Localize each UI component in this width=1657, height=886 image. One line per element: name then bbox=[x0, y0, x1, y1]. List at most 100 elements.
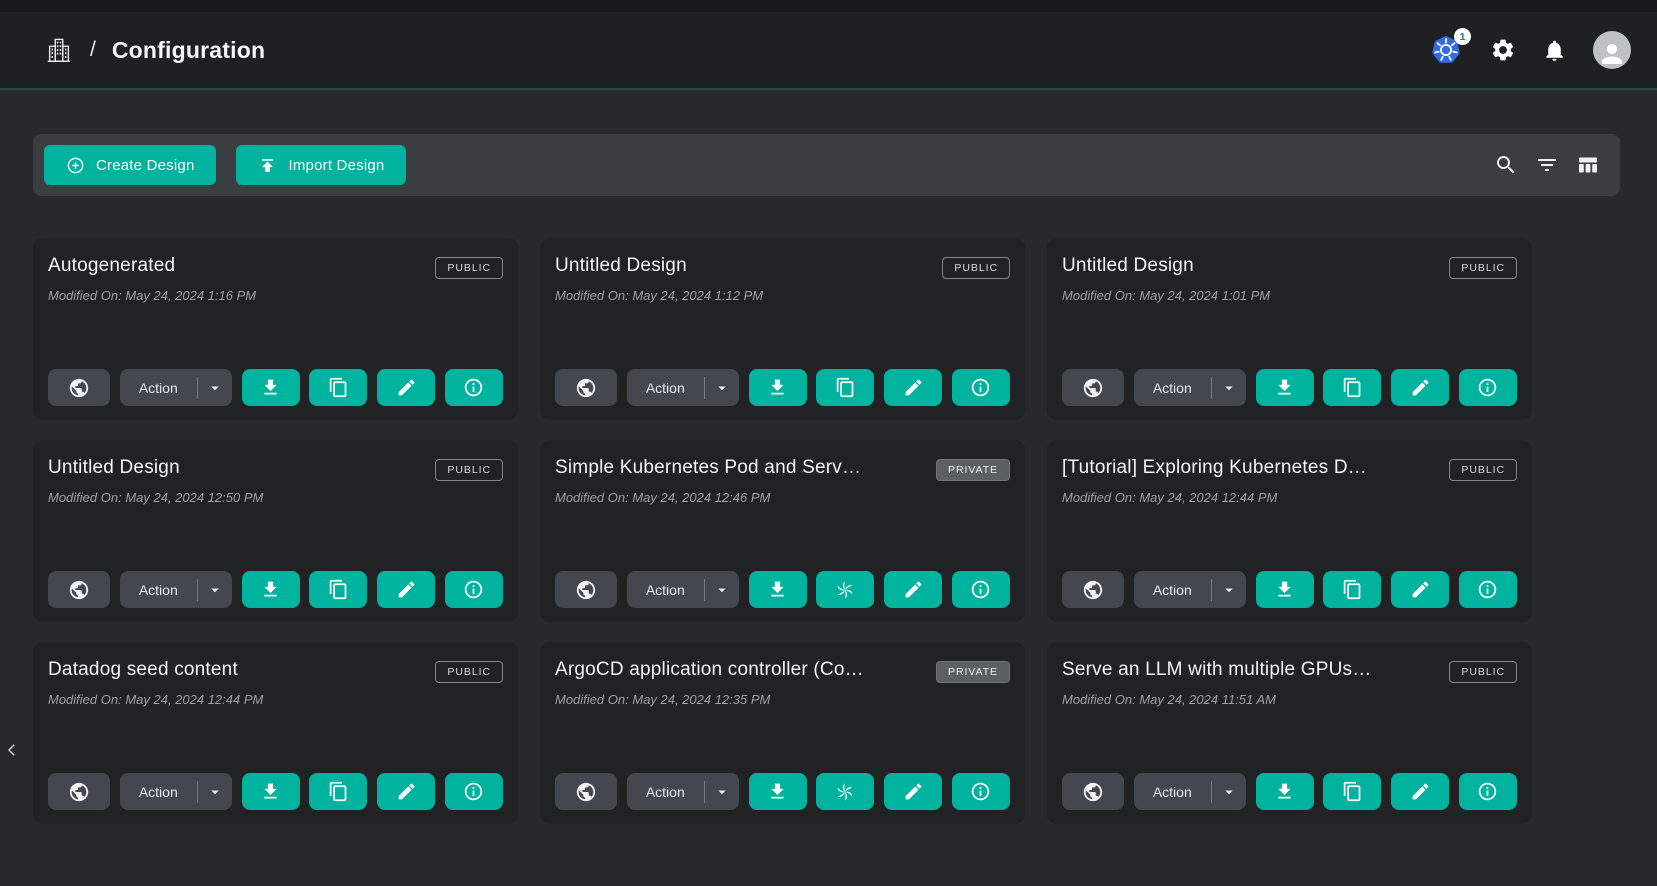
chevron-down-icon bbox=[713, 783, 731, 801]
design-card[interactable]: Serve an LLM with multiple GPUs… PUBLIC … bbox=[1047, 642, 1532, 824]
action-split-button[interactable]: Action bbox=[627, 571, 739, 608]
create-design-button[interactable]: Create Design bbox=[44, 145, 216, 185]
design-card[interactable]: Datadog seed content PUBLIC Modified On:… bbox=[33, 642, 518, 824]
design-card[interactable]: [Tutorial] Exploring Kubernetes D… PUBLI… bbox=[1047, 440, 1532, 622]
action-split-button[interactable]: Action bbox=[1134, 773, 1246, 810]
edit-button[interactable] bbox=[884, 571, 942, 608]
edit-button[interactable] bbox=[1391, 773, 1449, 810]
design-pinwheel-button[interactable] bbox=[816, 571, 874, 608]
info-button[interactable] bbox=[445, 369, 503, 406]
design-title: Untitled Design bbox=[1062, 255, 1194, 277]
download-button[interactable] bbox=[749, 773, 807, 810]
edit-button[interactable] bbox=[1391, 369, 1449, 406]
copy-icon bbox=[1342, 781, 1363, 802]
info-icon bbox=[463, 781, 484, 802]
action-dropdown-toggle[interactable] bbox=[198, 379, 232, 397]
info-button[interactable] bbox=[952, 571, 1010, 608]
visibility-globe-button[interactable] bbox=[48, 571, 110, 608]
info-button[interactable] bbox=[952, 369, 1010, 406]
info-button[interactable] bbox=[1459, 369, 1517, 406]
action-dropdown-toggle[interactable] bbox=[198, 581, 232, 599]
visibility-globe-button[interactable] bbox=[555, 369, 617, 406]
clone-button[interactable] bbox=[309, 571, 367, 608]
action-split-button[interactable]: Action bbox=[627, 369, 739, 406]
action-dropdown-toggle[interactable] bbox=[1212, 379, 1246, 397]
edit-button[interactable] bbox=[377, 773, 435, 810]
info-button[interactable] bbox=[445, 773, 503, 810]
action-dropdown-toggle[interactable] bbox=[1212, 783, 1246, 801]
design-card[interactable]: ArgoCD application controller (Co… PRIVA… bbox=[540, 642, 1025, 824]
download-icon bbox=[767, 579, 788, 600]
action-split-button[interactable]: Action bbox=[1134, 571, 1246, 608]
sidebar-collapse-chevron[interactable] bbox=[1, 734, 23, 766]
action-dropdown-toggle[interactable] bbox=[1212, 581, 1246, 599]
upload-icon bbox=[258, 156, 277, 175]
info-button[interactable] bbox=[1459, 571, 1517, 608]
chevron-down-icon bbox=[1220, 581, 1238, 599]
kubernetes-context-button[interactable]: 1 bbox=[1428, 32, 1464, 68]
pencil-icon bbox=[1410, 781, 1431, 802]
settings-button[interactable] bbox=[1490, 37, 1516, 63]
kubernetes-context-count-badge: 1 bbox=[1454, 28, 1471, 45]
download-button[interactable] bbox=[1256, 571, 1314, 608]
edit-button[interactable] bbox=[377, 571, 435, 608]
table-view-button[interactable] bbox=[1576, 153, 1600, 177]
clone-button[interactable] bbox=[1323, 773, 1381, 810]
design-card[interactable]: Simple Kubernetes Pod and Serv… PRIVATE … bbox=[540, 440, 1025, 622]
clone-button[interactable] bbox=[309, 369, 367, 406]
download-button[interactable] bbox=[242, 369, 300, 406]
design-title: Simple Kubernetes Pod and Serv… bbox=[555, 457, 861, 479]
download-button[interactable] bbox=[242, 773, 300, 810]
download-button[interactable] bbox=[242, 571, 300, 608]
import-design-button[interactable]: Import Design bbox=[236, 145, 406, 185]
building-icon[interactable] bbox=[44, 35, 74, 65]
action-dropdown-toggle[interactable] bbox=[705, 783, 739, 801]
action-dropdown-toggle[interactable] bbox=[198, 783, 232, 801]
chevron-down-icon bbox=[713, 379, 731, 397]
download-button[interactable] bbox=[1256, 369, 1314, 406]
visibility-badge: PUBLIC bbox=[435, 257, 503, 279]
search-button[interactable] bbox=[1494, 153, 1518, 177]
visibility-globe-button[interactable] bbox=[555, 773, 617, 810]
download-button[interactable] bbox=[749, 571, 807, 608]
copy-icon bbox=[1342, 579, 1363, 600]
visibility-globe-button[interactable] bbox=[1062, 369, 1124, 406]
action-split-button[interactable]: Action bbox=[1134, 369, 1246, 406]
download-button[interactable] bbox=[1256, 773, 1314, 810]
edit-button[interactable] bbox=[884, 369, 942, 406]
action-split-button[interactable]: Action bbox=[120, 773, 232, 810]
edit-button[interactable] bbox=[377, 369, 435, 406]
visibility-globe-button[interactable] bbox=[555, 571, 617, 608]
action-split-button[interactable]: Action bbox=[120, 369, 232, 406]
clone-button[interactable] bbox=[309, 773, 367, 810]
edit-button[interactable] bbox=[1391, 571, 1449, 608]
clone-button[interactable] bbox=[1323, 369, 1381, 406]
download-button[interactable] bbox=[749, 369, 807, 406]
avatar[interactable] bbox=[1593, 31, 1631, 69]
action-button-label: Action bbox=[120, 784, 197, 800]
design-pinwheel-button[interactable] bbox=[816, 773, 874, 810]
action-split-button[interactable]: Action bbox=[627, 773, 739, 810]
action-dropdown-toggle[interactable] bbox=[705, 581, 739, 599]
action-dropdown-toggle[interactable] bbox=[705, 379, 739, 397]
action-split-button[interactable]: Action bbox=[120, 571, 232, 608]
visibility-globe-button[interactable] bbox=[48, 369, 110, 406]
notifications-button[interactable] bbox=[1542, 38, 1567, 63]
filter-button[interactable] bbox=[1535, 153, 1559, 177]
edit-button[interactable] bbox=[884, 773, 942, 810]
action-button-label: Action bbox=[627, 582, 704, 598]
design-card[interactable]: Untitled Design PUBLIC Modified On: May … bbox=[540, 238, 1025, 420]
info-button[interactable] bbox=[1459, 773, 1517, 810]
clone-button[interactable] bbox=[1323, 571, 1381, 608]
visibility-globe-button[interactable] bbox=[1062, 773, 1124, 810]
design-card[interactable]: Untitled Design PUBLIC Modified On: May … bbox=[1047, 238, 1532, 420]
design-card[interactable]: Untitled Design PUBLIC Modified On: May … bbox=[33, 440, 518, 622]
design-card[interactable]: Autogenerated PUBLIC Modified On: May 24… bbox=[33, 238, 518, 420]
modified-on-label: Modified On: May 24, 2024 12:50 PM bbox=[48, 490, 503, 505]
info-button[interactable] bbox=[952, 773, 1010, 810]
visibility-globe-button[interactable] bbox=[1062, 571, 1124, 608]
action-button-label: Action bbox=[627, 784, 704, 800]
visibility-globe-button[interactable] bbox=[48, 773, 110, 810]
clone-button[interactable] bbox=[816, 369, 874, 406]
info-button[interactable] bbox=[445, 571, 503, 608]
